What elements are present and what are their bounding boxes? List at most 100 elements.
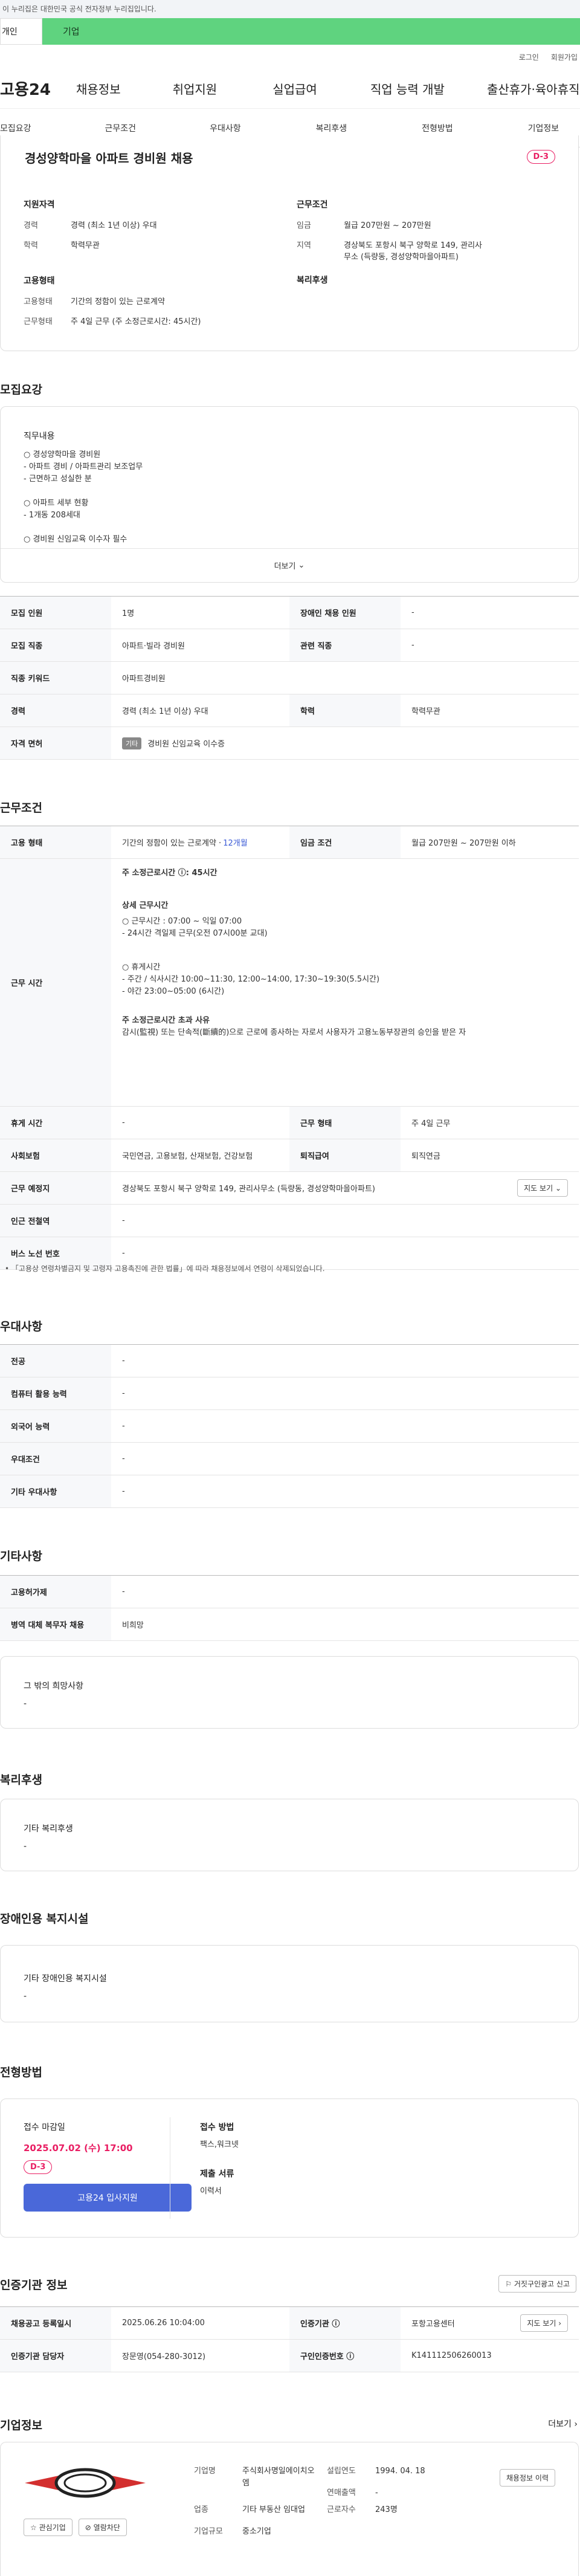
cert-table: 채용공고 등록일시 2025.06.26 10:04:00 인증기관 ⓘ 포항고용센터… <box>0 2306 579 2372</box>
nav-leave[interactable]: 출산휴가·육아휴직 <box>487 80 580 97</box>
utility-bar: 로그인 회원가입 <box>0 45 580 69</box>
subnav-company[interactable]: 기업정보 <box>528 122 559 134</box>
th: 인증기관 ⓘ <box>289 2307 401 2339</box>
conditions-table: 고용 형태 기간의 정함이 있는 근로계약 · 12개월 임금 조건 월급 207만원… <box>0 826 579 1270</box>
subnav-process[interactable]: 전형방법 <box>422 122 453 134</box>
fav-button[interactable]: ☆ 관심기업 <box>24 2519 72 2536</box>
td: - <box>122 1356 125 1365</box>
weekly-hours: 주 소정근로시간 ⓘ: 45시간 <box>122 869 218 878</box>
overtime-title: 주 소정근로시간 초과 사유 <box>122 1016 210 1025</box>
th: 기타 우대사항 <box>0 1475 111 1507</box>
th: 고용 형태 <box>0 826 111 858</box>
subnav-pref[interactable]: 우대사항 <box>210 122 241 134</box>
td: 2025.06.26 10:04:00 <box>122 2319 205 2328</box>
nav-training[interactable]: 직업 능력 개발 <box>370 80 445 97</box>
time-line: - 24시간 격일제 근무(오전 07시00분 교대) <box>122 929 268 938</box>
sales-value: - <box>375 2488 378 2497</box>
join-link[interactable]: 회원가입 <box>551 52 578 62</box>
emp-key: 근로자수 <box>327 2505 356 2514</box>
site-logo[interactable]: 고용24 <box>0 77 71 100</box>
tab-company[interactable]: 기업 <box>42 18 580 45</box>
td: - <box>122 1118 125 1127</box>
duty-line: ○ 아파트 세부 현황 <box>24 499 89 508</box>
td: - <box>122 1454 125 1463</box>
map-button[interactable]: 지도 보기 ⌄ <box>517 1179 568 1197</box>
map-button[interactable]: 지도 보기 › <box>520 2314 568 2332</box>
th: 모집 인원 <box>0 597 111 629</box>
subnav-conditions[interactable]: 근무조건 <box>105 122 137 134</box>
report-button[interactable]: ⚐ 거짓구인광고 신고 <box>498 2275 576 2293</box>
th: 근무 형태 <box>289 1107 401 1139</box>
td: 퇴직연금 <box>411 1152 440 1161</box>
nav-support[interactable]: 취업지원 <box>173 80 218 97</box>
th: 인근 전철역 <box>0 1205 111 1237</box>
login-link[interactable]: 로그인 <box>519 52 539 62</box>
apply-button[interactable]: 고용24 입사지원 <box>24 2184 192 2212</box>
th: 사회보험 <box>0 1139 111 1171</box>
main-nav: 고용24 채용정보 취업지원 실업급여 직업 능력 개발 출산휴가·육아휴직 <box>0 69 580 109</box>
welfare-title: 복리후생 <box>297 276 328 285</box>
detail-title: 상세 근무시간 <box>122 901 169 910</box>
company-card: ☆ 관심기업 ⊘ 열람차단 기업명 주식회사명일에이치오엠 설립연도 1994. 04… <box>0 2442 579 2576</box>
emp-value: 243명 <box>375 2505 398 2514</box>
etc-section-title: 기타사항 <box>0 1550 42 1563</box>
company-section-title: 기업정보 <box>0 2419 42 2432</box>
deadline-value: 2025.07.02 (수) 17:00 <box>24 2143 133 2154</box>
history-button[interactable]: 채용정보 이력 <box>499 2469 555 2487</box>
pref-section-title: 우대사항 <box>0 1320 42 1333</box>
td: 장문영(054-280-3012) <box>122 2352 206 2361</box>
nav-jobs[interactable]: 채용정보 <box>76 80 121 97</box>
tab-individual[interactable]: 개인 <box>0 18 42 45</box>
td: - <box>411 608 414 617</box>
process-section-title: 전형방법 <box>0 2066 42 2079</box>
th: 고용허가제 <box>0 1576 111 1608</box>
deadline-key: 접수 마감일 <box>24 2123 65 2132</box>
dday-badge: D-3 <box>24 2160 53 2174</box>
td: - <box>122 1389 125 1398</box>
th: 근무 시간 <box>0 859 111 1106</box>
td: 월급 207만원 ~ 207만원 이하 <box>411 839 516 848</box>
emptype-value: 기간의 정함이 있는 근로계약 <box>71 297 165 306</box>
recruit-table: 모집 인원 1명 장애인 채용 인원 - 모집 직종 아파트·빌라 경비원 관련 직종 - … <box>0 596 579 760</box>
td: 비희망 <box>122 1621 144 1630</box>
td: - <box>122 1216 125 1225</box>
recruit-section-title: 모집요강 <box>0 383 42 396</box>
td: 주 4일 근무 <box>411 1119 451 1128</box>
th: 모집 직종 <box>0 629 111 661</box>
wage-value: 월급 207만원 ~ 207만원 <box>344 221 431 230</box>
company-logo <box>25 2462 146 2504</box>
disab-section-title: 장애인용 복지시설 <box>0 1912 89 1926</box>
duty-line: - 1개동 208세대 <box>24 511 80 520</box>
year-value: 1994. 04. 18 <box>375 2467 425 2476</box>
th: 채용공고 등록일시 <box>0 2307 111 2339</box>
company-more-link[interactable]: 더보기 › <box>548 2418 578 2430</box>
time-line: - 주간 / 식사시간 10:00~11:30, 12:00~14:00, 17… <box>122 975 380 984</box>
duty-card: 직무내용 ○ 경성양학마을 경비원 - 아파트 경비 / 아파트관리 보조업무 … <box>0 406 579 583</box>
qual-title: 지원자격 <box>24 200 55 210</box>
th: 퇴직급여 <box>289 1139 401 1171</box>
welfare-box-title: 기타 복리후생 <box>24 1824 73 1834</box>
disab-box-value: - <box>24 1992 27 2001</box>
th: 장애인 채용 인원 <box>289 597 401 629</box>
user-type-tabs: 개인 기업 <box>0 18 580 45</box>
subnav-welfare[interactable]: 복리후생 <box>316 122 347 134</box>
block-button[interactable]: ⊘ 열람차단 <box>78 2519 127 2536</box>
year-key: 설립연도 <box>327 2467 356 2476</box>
welfare-card: 기타 복리후생 - <box>0 1799 579 1871</box>
th: 경력 <box>0 694 111 727</box>
map-label: 지도 보기 <box>524 1184 553 1193</box>
map-label: 지도 보기 <box>527 2319 556 2328</box>
more-button[interactable]: 더보기 ⌄ <box>1 548 578 582</box>
th: 임금 조건 <box>289 826 401 858</box>
block-label: 열람차단 <box>93 2523 120 2532</box>
org-value: 포항고용센터 <box>411 2320 455 2329</box>
nav-benefit[interactable]: 실업급여 <box>272 80 317 97</box>
td: 국민연금, 고용보험, 산재보험, 건강보험 <box>122 1152 253 1161</box>
subnav-recruit[interactable]: 모집요강 <box>0 122 31 134</box>
welfare-box-value: - <box>24 1842 27 1851</box>
cert-section-title: 인증기관 정보 <box>0 2279 68 2292</box>
emp-title: 고용형태 <box>24 276 55 286</box>
duty-line: ○ 경비원 신임교육 이수자 필수 <box>24 535 127 544</box>
gov-banner: 이 누리집은 대한민국 공식 전자정부 누리집입니다. <box>0 0 580 18</box>
td: 경력 (최소 1년 이상) 우대 <box>122 707 208 716</box>
